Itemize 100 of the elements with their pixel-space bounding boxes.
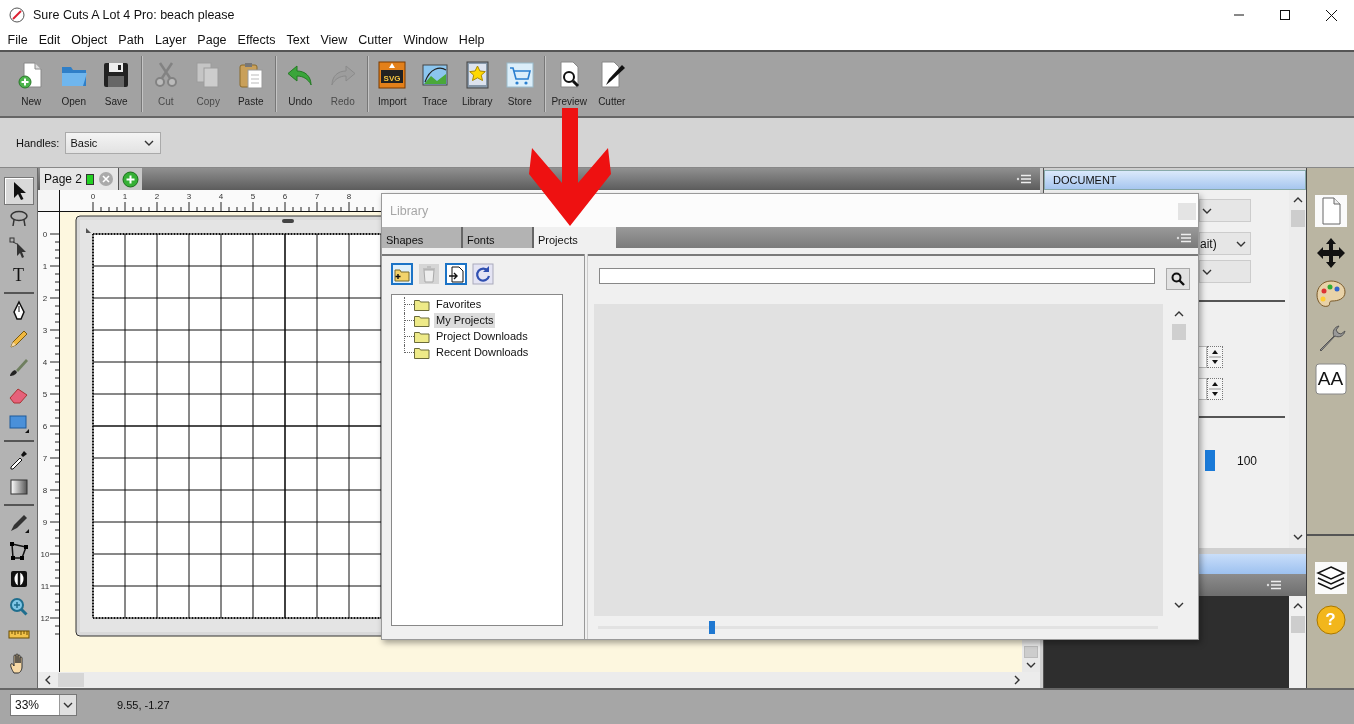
new-button[interactable]: New [10, 52, 53, 116]
brush-icon [7, 356, 30, 378]
folder-item[interactable]: Project Downloads [434, 329, 530, 344]
ruler-number: 10 [40, 550, 50, 559]
menu-icon[interactable] [1266, 580, 1282, 590]
handles-dropdown[interactable]: Basic [65, 131, 162, 154]
trash-icon [418, 263, 440, 285]
folder-icon [414, 299, 430, 311]
search-button[interactable] [1166, 268, 1190, 290]
ruler-number: 0 [90, 192, 96, 201]
import-document-icon [445, 263, 467, 285]
ruler-number: 3 [186, 192, 192, 201]
open-button[interactable]: Open [52, 52, 95, 116]
library-button[interactable]: Library [456, 52, 499, 116]
paste-button[interactable]: Paste [229, 52, 272, 116]
add-page-icon[interactable] [122, 170, 140, 188]
text-tool-button[interactable]: T [3, 261, 34, 289]
ruler-number: 7 [314, 192, 320, 201]
menu-item[interactable]: Help [453, 30, 491, 50]
zoom-icon [7, 596, 30, 618]
slider-thumb[interactable] [708, 621, 715, 634]
node-shape-icon [7, 540, 30, 562]
menu-item[interactable]: Edit [33, 30, 66, 50]
library-tab[interactable]: Shapes [382, 227, 463, 248]
menu-item[interactable]: Object [65, 30, 113, 50]
menu-item[interactable]: File [2, 30, 34, 50]
library-tab[interactable]: Projects [534, 227, 616, 248]
scrollbar-thumb[interactable] [1290, 210, 1305, 227]
menu-item[interactable]: Text [281, 30, 315, 50]
scrollbar-thumb[interactable] [1024, 646, 1038, 658]
folder-item[interactable]: Favorites [434, 297, 484, 312]
ruler-number: 2 [42, 294, 48, 303]
menu-item[interactable]: Path [112, 30, 150, 50]
menu-item[interactable]: Layer [149, 30, 192, 50]
import-button[interactable]: SVG Import [371, 52, 414, 116]
trace-button[interactable]: Trace [413, 52, 456, 116]
ruler-number: 0 [42, 230, 48, 239]
save-button[interactable]: Save [95, 52, 138, 116]
menu-item[interactable]: View [314, 30, 353, 50]
ruler-number: 5 [250, 192, 256, 201]
number-field[interactable] [1199, 378, 1207, 400]
scrollbar-thumb[interactable] [58, 673, 84, 687]
menu-item[interactable]: Page [191, 30, 233, 50]
folder-icon [414, 315, 430, 327]
ruler-number: 7 [42, 454, 48, 463]
new-folder-icon [391, 263, 413, 285]
close-icon [1325, 9, 1337, 21]
select-tool-button[interactable] [3, 177, 34, 205]
undo-button[interactable]: Undo [279, 52, 322, 116]
scrollbar-thumb[interactable] [1290, 616, 1305, 633]
cursor-coordinates: 9.55, -1.27 [117, 699, 170, 711]
document-icon [1313, 194, 1348, 228]
shopping-cart-icon [504, 60, 535, 90]
ruler-number: 6 [282, 192, 288, 201]
ruler-number: 3 [42, 326, 48, 335]
folder-icon [414, 347, 430, 359]
import-button[interactable] [445, 263, 467, 285]
number-field[interactable] [1199, 346, 1207, 368]
app-logo-icon [9, 7, 25, 23]
menu-item[interactable]: Effects [232, 30, 282, 50]
store-button[interactable]: Store [498, 52, 541, 116]
refresh-button[interactable] [472, 263, 494, 285]
layers-icon [1313, 561, 1348, 595]
menu-icon[interactable] [1016, 174, 1032, 184]
panel-title: DOCUMENT [1053, 174, 1117, 186]
page-marker [86, 173, 95, 185]
text-size-panel-button[interactable]: AA [1313, 362, 1348, 396]
slider-thumb[interactable] [1205, 450, 1215, 471]
menu-item[interactable]: Window [397, 30, 454, 50]
page-tab[interactable]: Page 2 [40, 168, 120, 190]
ruler-number: 12 [40, 614, 50, 623]
ruler-number: 4 [218, 192, 224, 201]
search-icon [1171, 272, 1185, 286]
dropdown[interactable]: ait) [1199, 232, 1251, 255]
scrollbar-thumb[interactable] [1172, 324, 1186, 340]
slider-reading: 100 [1237, 453, 1258, 468]
help-icon [1313, 603, 1348, 637]
ruler-number: 8 [42, 486, 48, 495]
ruler-number: 2 [154, 192, 160, 201]
dialog-title: Library [390, 203, 429, 218]
cutter-button[interactable]: Cutter [590, 52, 633, 116]
import-icon: SVG [377, 60, 408, 90]
library-tab[interactable]: Fonts [463, 227, 534, 248]
text-size-icon [1313, 362, 1348, 396]
menu-item[interactable]: Cutter [352, 30, 398, 50]
new-folder-button[interactable] [391, 263, 413, 285]
layers-panel-button[interactable] [1313, 561, 1348, 595]
menu-icon[interactable] [1176, 232, 1192, 243]
ruler-number: 1 [42, 262, 48, 271]
refresh-icon [472, 263, 494, 285]
pencil-icon [7, 328, 30, 350]
ruler-number: 11 [40, 582, 50, 591]
search-field[interactable] [599, 268, 1155, 284]
page-tab-label: Page 2 [44, 172, 83, 186]
folder-item[interactable]: Recent Downloads [434, 345, 531, 360]
folder-item[interactable]: My Projects [434, 313, 496, 328]
ruler-number: 1 [122, 192, 128, 201]
ruler-number: 4 [42, 358, 48, 367]
window-title: Sure Cuts A Lot 4 Pro: beach please [33, 8, 236, 22]
ruler-number: 8 [346, 192, 352, 201]
